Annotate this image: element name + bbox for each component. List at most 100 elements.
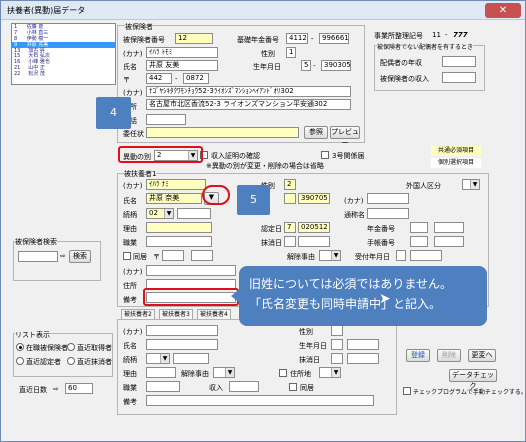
foreign-category-select[interactable]: ▼ [462,179,480,190]
dep-postal-1[interactable] [162,250,184,261]
dep-cancel-select[interactable]: ▼ [319,250,341,261]
radio-active-insured[interactable] [16,343,24,351]
radio-recent-certified[interactable] [16,357,24,365]
insured-postal-2[interactable]: 0872 [183,73,209,84]
dep-postal-2[interactable] [191,250,213,261]
dep-birth-field[interactable]: 390705 [298,193,330,204]
tab-dependent-2[interactable]: 被扶養者2 [121,309,155,319]
dep-name-field[interactable]: 井原 奈美 [146,193,202,204]
dep-handbook-field-2[interactable] [434,236,464,247]
browse-button[interactable]: 参照 [304,126,328,139]
data-check-button[interactable]: データチェック [449,369,497,390]
dep2-reason-field[interactable] [146,367,176,378]
insured-birth-field[interactable]: 390305 [321,60,351,71]
insured-birth-era[interactable]: 5 [301,60,311,71]
insured-name-field[interactable]: 井原 友美 [146,60,218,71]
dep2-gender-field[interactable] [331,325,343,336]
dep2-income-field[interactable] [229,381,259,392]
delete-button[interactable]: 削除 [437,349,461,362]
dep-loss-era[interactable] [284,236,296,247]
dep-cert-field[interactable]: 020512 [298,222,330,233]
close-button[interactable]: ✕ [485,3,521,18]
dep2-loss-era[interactable] [331,353,343,364]
dep2-kana-field[interactable] [146,325,218,336]
dep-job-field[interactable] [146,236,212,247]
dep-kana2-field[interactable] [367,193,409,204]
pension-field-2[interactable]: 996661 [319,33,349,44]
register-button[interactable]: 登録 [406,349,430,362]
auto-check-checkbox[interactable] [403,387,411,395]
dep2-live-select[interactable]: ▼ [319,367,341,378]
dep-pension-field-2[interactable] [434,222,464,233]
search-group-label: 被保険者検索 [15,237,57,247]
tab-dependent-4[interactable]: 被扶養者4 [197,309,231,319]
insured-income-field[interactable] [442,72,476,83]
list-item[interactable]: 22 松沢 茂 [12,71,115,77]
search-button[interactable]: 検索 [69,250,91,263]
dep2-address-checkbox[interactable] [279,369,287,377]
pension-label: 基礎年金番号 [237,36,279,44]
insured-gender-field[interactable]: 1 [286,47,296,58]
dep-kana-label: (カナ) [123,182,143,190]
dep-cert-era[interactable]: 7 [284,222,296,233]
dep-alias-field[interactable] [367,208,409,219]
dep2-birth-field[interactable] [347,339,379,350]
dep2-name-field[interactable] [146,339,218,350]
dep2-remarks-field[interactable] [146,395,374,406]
dep-birth-era[interactable] [284,193,296,204]
dep-pension-label: 年金番号 [367,225,395,233]
dep-reason-field[interactable] [146,222,212,233]
spouse-group [374,45,485,91]
insured-list[interactable]: 1 佐藤 豊7 小林 直三 8 伊勢 樹一 9 井原 充美 13 加古 昇 15 大石 … [11,23,116,85]
dep2-job-field[interactable] [146,381,180,392]
dep-reason-label: 理由 [123,225,137,233]
radio-recent-acquired[interactable] [67,343,75,351]
dep2-loss-field[interactable] [347,353,379,364]
dep-loss-field[interactable] [298,236,330,247]
days-input[interactable]: 60 [65,383,93,394]
insured-section-label: 被保険者 [125,22,153,32]
dep2-cancel-select[interactable]: ▼ [213,367,235,378]
delegate-field[interactable] [146,127,299,138]
radio-recent-deleted[interactable] [67,357,75,365]
spouse-income-field[interactable] [442,56,476,67]
chevron-down-icon-7: ▼ [331,368,340,377]
insured-kana-address-field[interactable]: ﾅｺﾞﾔｼｷﾀｸﾜﾓﾝﾁｮｳ52-3ﾗｲｵﾝｽﾞﾏﾝｼｮﾝﾍｲｱﾝﾄﾞｵﾘ302 [146,86,351,97]
dep-relation-text[interactable] [177,208,211,219]
dep-kana3-field[interactable] [146,265,236,276]
chevron-down-icon-6: ▼ [225,368,234,377]
dep2-birth-era[interactable] [331,339,343,350]
insured-name-label: 氏名 [123,63,137,71]
mouse-cursor-icon: ➤ [379,291,391,307]
dep-address-label: 住所 [123,282,137,290]
insured-address-field[interactable]: 名古屋市北区香流52-3 ライオンズマンション平安通302 [146,99,351,110]
dependent-section-label: 被扶養者1 [124,169,157,179]
dep-receive-field[interactable] [410,250,442,261]
preview-button[interactable]: プレビュー [330,126,360,147]
tab-dependent-3[interactable]: 被扶養者3 [159,309,193,319]
dep2-relation-select[interactable]: ▼ [146,353,170,364]
arrow-right-icon-2: ⇨ [53,385,59,393]
dep-gender-field[interactable]: 2 [284,179,296,190]
dep-job-label: 職業 [123,239,137,247]
insured-number-field[interactable]: 12 [175,33,213,44]
dep2-remarks-label: 備考 [123,398,137,406]
dep2-birth-label: 生年月日 [299,342,327,350]
insured-postal-1[interactable]: 442 [146,73,172,84]
dep-handbook-field-1[interactable] [410,236,428,247]
dep2-relation-text[interactable] [173,353,209,364]
dep-pension-field-1[interactable] [410,222,428,233]
dep-kana-field[interactable]: ｲﾊﾗ ﾅﾐ [146,179,206,190]
insured-kana-field[interactable]: ｲﾊﾗ ﾄﾓﾐ [146,47,218,58]
dep-same-checkbox[interactable] [123,252,131,260]
dep-receive-era[interactable] [396,250,406,261]
auto-check-label: チェックプログラムで手動チェックする。 [413,389,526,396]
dep-cert-label: 認定日 [261,225,282,233]
change-button[interactable]: 更変へ [468,349,496,362]
pension-field-1[interactable]: 4112 [286,33,308,44]
dep2-same-checkbox[interactable] [289,383,297,391]
dep-relation-select[interactable]: 02 ▼ [146,208,174,219]
stage3-checkbox[interactable] [321,151,329,159]
search-input[interactable] [18,251,58,262]
insured-phone-field[interactable] [146,114,186,125]
